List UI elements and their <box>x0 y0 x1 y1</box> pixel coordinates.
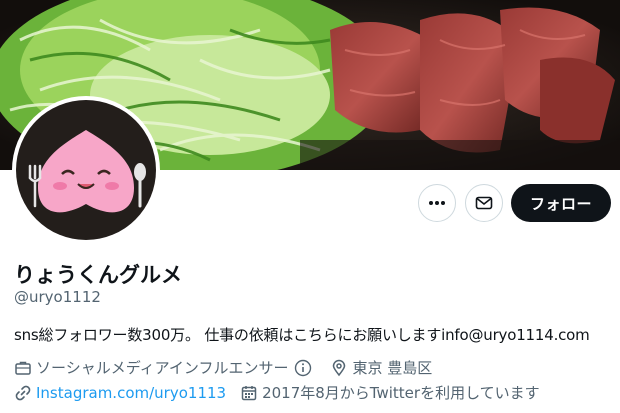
profile-avatar[interactable] <box>12 96 160 244</box>
category-item: ソーシャルメディアインフルエンサー <box>14 357 316 378</box>
link-icon <box>15 385 31 400</box>
location-item: 東京 豊島区 <box>330 357 432 378</box>
display-name: りょうくんグルメ <box>14 263 182 287</box>
avatar-peach-image <box>16 100 156 240</box>
location-pin-icon <box>333 359 346 376</box>
website-link[interactable]: Instagram.com/uryo1113 <box>36 384 226 402</box>
joined-item: 2017年8月からTwitterを利用しています <box>240 382 540 403</box>
more-options-button[interactable] <box>418 184 456 222</box>
joined-date-label: 2017年8月からTwitterを利用しています <box>262 384 540 402</box>
profile-bio: sns総フォロワー数300万。 仕事の依頼はこちらにお願いしますinfo@ury… <box>14 326 590 344</box>
message-button[interactable] <box>465 184 503 222</box>
calendar-icon <box>241 385 257 400</box>
info-icon[interactable] <box>294 359 312 377</box>
briefcase-icon <box>15 361 31 375</box>
location-label: 東京 豊島区 <box>352 359 433 377</box>
user-handle: @uryo1112 <box>14 288 101 306</box>
category-label: ソーシャルメディアインフルエンサー <box>36 359 289 377</box>
profile-meta-row: ソーシャルメディアインフルエンサー 東京 豊島区 <box>14 357 432 378</box>
profile-meta-row-2: Instagram.com/uryo1113 2017年8月からTwitterを… <box>14 382 540 403</box>
mail-icon <box>475 196 493 210</box>
follow-button[interactable]: フォロー <box>511 184 611 222</box>
more-icon <box>429 201 445 205</box>
website-item[interactable]: Instagram.com/uryo1113 <box>14 384 226 402</box>
